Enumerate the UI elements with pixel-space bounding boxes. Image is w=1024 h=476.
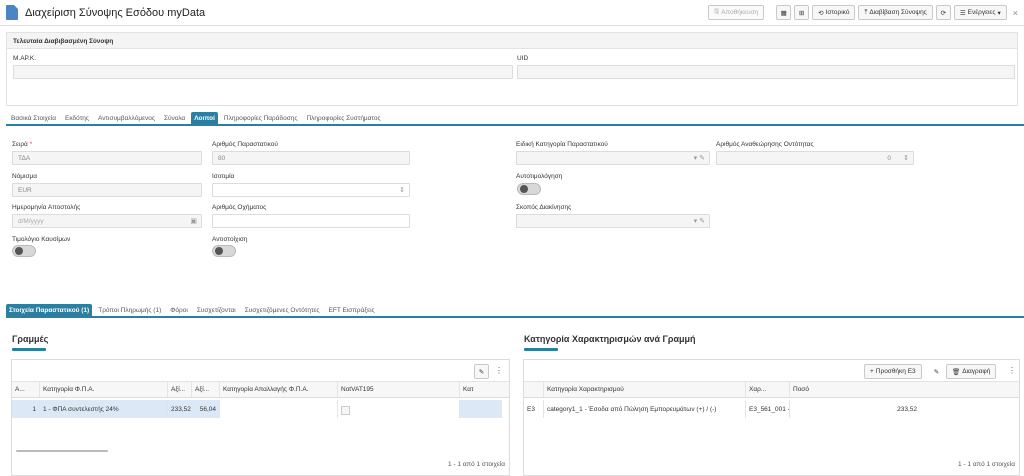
- stepper-icon[interactable]: ⇕: [399, 186, 405, 194]
- title-bar: Διαχείριση Σύνοψης Εσόδου myData 🖫 Αποθήκ…: [0, 0, 1024, 26]
- window-title: Διαχείριση Σύνοψης Εσόδου myData: [25, 6, 206, 19]
- menu-icon: ☰: [959, 9, 966, 17]
- actions-dropdown[interactable]: ☰ Ενέργειες ▾: [953, 5, 1007, 20]
- correlation-label: Αντιστοίχιση: [212, 236, 248, 243]
- layout-icon-button[interactable]: ▦: [776, 5, 792, 20]
- panel-header: Τελευταία Διαβιβασμένη Σύνοψη: [7, 33, 1017, 49]
- classifications-header-row: Κατηγορία Χαρακτηρισμού Χαρ... Ποσό: [524, 382, 1019, 398]
- stepper-icon[interactable]: ⇕: [903, 154, 909, 162]
- refresh-button[interactable]: ⟳: [935, 5, 951, 20]
- uid-label: UID: [517, 55, 529, 62]
- history-button[interactable]: ⟲ Ιστορικό: [812, 5, 856, 20]
- revision-stepper[interactable]: 0 ⇕: [716, 151, 914, 165]
- movement-purpose-select[interactable]: ▾ ✎: [516, 214, 710, 228]
- classifications-pager: 1 - 1 από 1 στοιχεία: [958, 461, 1015, 468]
- mark-label: Μ.ΑΡ.Κ.: [13, 55, 37, 62]
- dropdown-pencil-icon: ▾ ✎: [693, 218, 705, 225]
- classifications-grid: + Προσθήκη Ε3 ✎ 🗑 Διαγραφή ⋮ Κατηγορία Χαρ…: [523, 359, 1020, 476]
- series-field[interactable]: ΤΔΑ: [12, 151, 202, 165]
- close-icon[interactable]: ×: [1013, 8, 1018, 18]
- add-e3-button[interactable]: + Προσθήκη Ε3: [864, 364, 922, 379]
- classifications-grid-toolbar: + Προσθήκη Ε3 ✎ 🗑 Διαγραφή ⋮: [524, 360, 1019, 382]
- rate-label: Ισοτιμία: [212, 173, 235, 180]
- self-pricing-label: Αυτοτιμολόγηση: [516, 173, 563, 180]
- col-header[interactable]: NotVAT195: [338, 382, 460, 397]
- classifications-title-underline: [524, 348, 558, 351]
- save-button[interactable]: 🖫 Αποθήκευση: [707, 5, 765, 20]
- table-row[interactable]: 1 1 - ΦΠΑ συντελεστής 24% 233,52 56,04: [12, 400, 502, 418]
- col-header[interactable]: Α...: [12, 382, 40, 397]
- subtab-underline: [6, 316, 1024, 318]
- lines-title: Γραμμές: [12, 334, 49, 344]
- edit-button[interactable]: ✎: [929, 364, 944, 379]
- col-header[interactable]: Κατηγορία Απαλλαγής Φ.Π.Α.: [220, 382, 338, 397]
- col-header[interactable]: Χαρ...: [746, 382, 790, 397]
- rate-stepper[interactable]: ⇕: [212, 183, 410, 197]
- col-header[interactable]: Κατηγορία Φ.Π.Α.: [40, 382, 168, 397]
- lines-grid: ✎ ⋮ Α... Κατηγορία Φ.Π.Α. Αξί... Αξί... …: [11, 359, 510, 476]
- history-icon: ⟲: [818, 9, 824, 17]
- doc-number-field[interactable]: 80: [212, 151, 410, 165]
- dispatch-date-label: Ημερομηνία Αποστολής: [12, 204, 81, 211]
- more-vertical-icon[interactable]: ⋮: [1008, 366, 1016, 375]
- plus-icon: +: [870, 368, 874, 375]
- edit-button[interactable]: ✎: [474, 364, 489, 379]
- correlation-toggle[interactable]: [212, 245, 236, 257]
- col-header[interactable]: Αξί...: [168, 382, 192, 397]
- doc-number-label: Αριθμός Παραστατικού: [212, 141, 278, 148]
- revision-label: Αριθμός Αναθεώρησης Οντότητας: [716, 141, 814, 148]
- last-submitted-panel: Τελευταία Διαβιβασμένη Σύνοψη Μ.ΑΡ.Κ. UI…: [6, 32, 1018, 106]
- calendar-icon[interactable]: ▣: [190, 217, 197, 225]
- lines-header-row: Α... Κατηγορία Φ.Π.Α. Αξί... Αξί... Κατη…: [12, 382, 509, 398]
- trash-icon: 🗑: [952, 368, 961, 376]
- pencil-icon: ✎: [933, 368, 940, 376]
- notvat195-checkbox[interactable]: [338, 400, 460, 418]
- dispatch-date-field[interactable]: d/M/yyyy ▣: [12, 214, 202, 228]
- lines-title-underline: [12, 348, 46, 351]
- lines-grid-toolbar: ✎ ⋮: [12, 360, 509, 382]
- floppy-icon: 🖫: [713, 8, 720, 15]
- col-header[interactable]: Ποσό: [790, 382, 1019, 397]
- uid-field[interactable]: [517, 65, 1015, 79]
- pencil-icon: ✎: [478, 368, 485, 376]
- vehicle-field[interactable]: [212, 214, 410, 228]
- classifications-title: Κατηγορία Χαρακτηρισμών ανά Γραμμή: [524, 334, 696, 344]
- movement-purpose-label: Σκοπός Διακίνησης: [516, 204, 572, 211]
- upload-icon: ⤒: [864, 8, 868, 16]
- series-label: Σειρά *: [12, 141, 33, 148]
- self-pricing-toggle[interactable]: [517, 183, 541, 195]
- special-category-label: Ειδική Κατηγορία Παραστατικού: [516, 141, 608, 148]
- layout-icon: ▦: [780, 9, 787, 17]
- grid-icon: ⊞: [798, 9, 805, 17]
- fuel-invoice-label: Τιμολόγιο Καυσίμων: [12, 236, 71, 243]
- refresh-icon: ⟳: [940, 9, 947, 17]
- col-header[interactable]: Κατ: [460, 382, 509, 397]
- caret-down-icon: ▾: [997, 9, 1001, 17]
- toolbar: 🖫 Αποθήκευση ▦ ⊞ ⟲ Ιστορικό ⤒ Διαβίβαση Σύν…: [707, 5, 1018, 20]
- read-summary-button[interactable]: ⤒ Διαβίβαση Σύνοψης: [858, 5, 933, 20]
- mark-field[interactable]: [13, 65, 513, 79]
- table-row[interactable]: E3 category1_1 - Έσοδα από Πώληση Εμπορε…: [524, 400, 1019, 418]
- more-vertical-icon[interactable]: ⋮: [495, 366, 503, 375]
- special-category-select[interactable]: ▾ ✎: [516, 151, 710, 165]
- currency-field[interactable]: EUR: [12, 183, 202, 197]
- currency-label: Νόμισμα: [12, 173, 38, 180]
- fuel-invoice-toggle[interactable]: [12, 245, 36, 257]
- col-header[interactable]: Κατηγορία Χαρακτηρισμού: [544, 382, 746, 397]
- horizontal-scrollbar[interactable]: [16, 450, 108, 452]
- grid-icon-button[interactable]: ⊞: [794, 5, 810, 20]
- col-header[interactable]: Αξί...: [192, 382, 220, 397]
- delete-button[interactable]: 🗑 Διαγραφή: [946, 364, 997, 379]
- dropdown-pencil-icon: ▾ ✎: [693, 155, 705, 162]
- col-header[interactable]: [524, 382, 544, 397]
- lines-pager: 1 - 1 από 1 στοιχεία: [448, 461, 505, 468]
- vehicle-label: Αριθμός Οχήματος: [212, 204, 267, 211]
- document-icon: [6, 5, 18, 20]
- tab-underline: [6, 124, 1024, 126]
